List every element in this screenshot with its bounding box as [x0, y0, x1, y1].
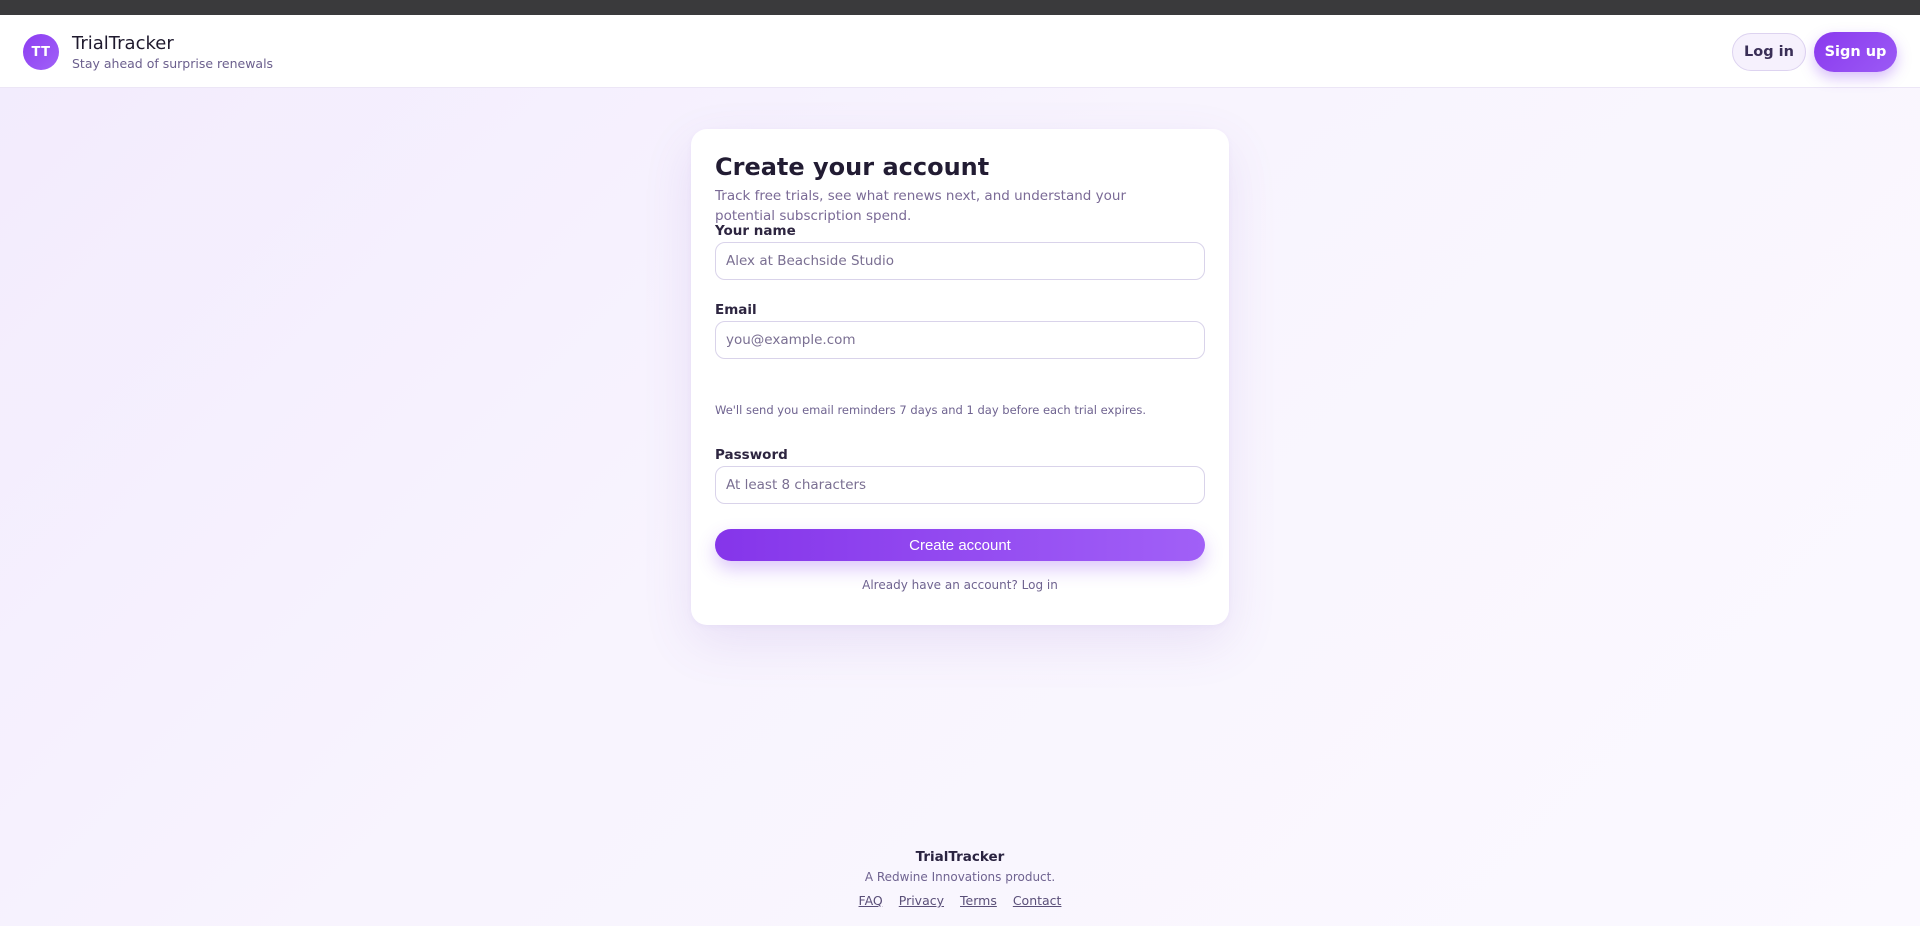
- already-have-account: Already have an account? Log in: [691, 578, 1229, 592]
- login-button[interactable]: Log in: [1732, 33, 1806, 71]
- email-hint: We'll send you email reminders 7 days an…: [715, 403, 1147, 417]
- logo-badge[interactable]: TT: [23, 34, 59, 70]
- footer-note: A Redwine Innovations product.: [864, 870, 1056, 884]
- browser-chrome-strip: [0, 0, 1920, 15]
- brand-tagline: Stay ahead of surprise renewals: [72, 56, 274, 71]
- already-text: Already have an account?: [862, 578, 1018, 592]
- footer-brand: TrialTracker: [915, 849, 1005, 865]
- password-label: Password: [715, 447, 788, 463]
- password-input[interactable]: [715, 466, 1205, 504]
- name-label: Your name: [715, 223, 796, 239]
- name-input[interactable]: [715, 242, 1205, 280]
- signup-button[interactable]: Sign up: [1814, 32, 1897, 72]
- footer-link-faq[interactable]: FAQ: [859, 893, 883, 908]
- create-account-button[interactable]: Create account: [715, 529, 1205, 561]
- site-header: TT TrialTracker Stay ahead of surprise r…: [0, 15, 1920, 88]
- brand-name[interactable]: TrialTracker: [72, 33, 174, 54]
- footer-links: FAQ Privacy Terms Contact: [0, 893, 1920, 908]
- page-title: Create your account: [715, 153, 990, 181]
- site-footer: TrialTracker A Redwine Innovations produ…: [0, 849, 1920, 908]
- footer-link-contact[interactable]: Contact: [1013, 893, 1062, 908]
- signup-card: Create your account Track free trials, s…: [691, 129, 1229, 625]
- email-input[interactable]: [715, 321, 1205, 359]
- footer-link-terms[interactable]: Terms: [960, 893, 997, 908]
- page-subtitle: Track free trials, see what renews next,…: [715, 188, 1127, 224]
- footer-link-privacy[interactable]: Privacy: [899, 893, 944, 908]
- login-link[interactable]: Log in: [1022, 578, 1058, 592]
- email-label: Email: [715, 302, 757, 318]
